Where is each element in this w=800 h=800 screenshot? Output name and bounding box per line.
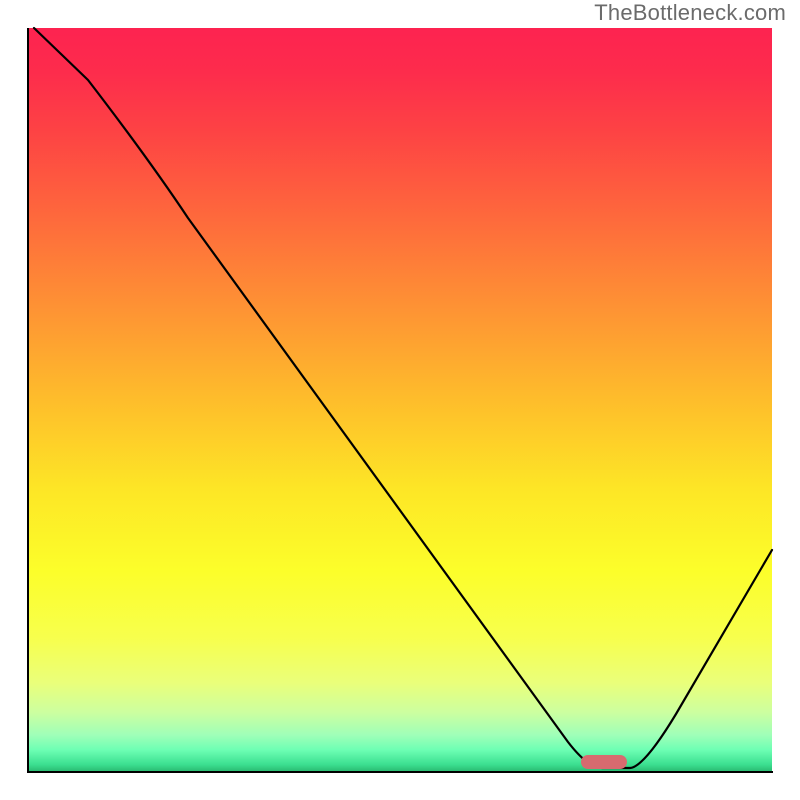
watermark-text: TheBottleneck.com <box>594 0 786 26</box>
optimal-marker <box>581 755 627 769</box>
plot-area <box>28 28 772 772</box>
x-axis <box>27 771 773 773</box>
y-axis <box>27 28 29 773</box>
chart-container: TheBottleneck.com <box>0 0 800 800</box>
bottleneck-curve <box>28 28 772 772</box>
curve-path <box>34 28 772 768</box>
